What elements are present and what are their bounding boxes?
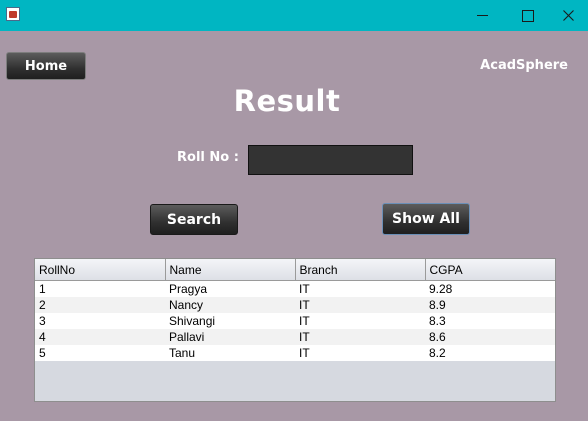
cell-name: Pallavi bbox=[165, 329, 295, 345]
table-row[interactable]: 4 Pallavi IT 8.6 bbox=[35, 329, 555, 345]
table-row[interactable]: 2 Nancy IT 8.9 bbox=[35, 297, 555, 313]
results-table[interactable]: RollNo Name Branch CGPA 1 Pragya IT 9.28… bbox=[34, 258, 556, 402]
brand-name: AcadSphere bbox=[480, 58, 568, 73]
cell-cgpa: 8.3 bbox=[425, 313, 555, 329]
cell-name: Shivangi bbox=[165, 313, 295, 329]
close-icon bbox=[562, 10, 574, 21]
cell-rollno: 2 bbox=[35, 297, 165, 313]
close-button[interactable] bbox=[545, 0, 588, 31]
page-title: Result bbox=[233, 84, 341, 118]
cell-branch: IT bbox=[295, 297, 425, 313]
maximize-icon bbox=[522, 9, 534, 22]
cell-name: Nancy bbox=[165, 297, 295, 313]
table-row[interactable]: 1 Pragya IT 9.28 bbox=[35, 280, 555, 297]
cell-cgpa: 8.2 bbox=[425, 345, 555, 361]
roll-no-label: Roll No : bbox=[177, 150, 239, 165]
java-app-icon bbox=[6, 7, 20, 21]
column-header-name[interactable]: Name bbox=[165, 259, 296, 281]
home-button[interactable]: Home bbox=[6, 52, 86, 80]
minimize-button[interactable] bbox=[459, 0, 505, 31]
cell-branch: IT bbox=[295, 313, 425, 329]
window-titlebar bbox=[0, 0, 588, 31]
cell-rollno: 3 bbox=[35, 313, 165, 329]
table-header-row: RollNo Name Branch CGPA bbox=[35, 259, 555, 281]
cell-cgpa: 8.9 bbox=[425, 297, 555, 313]
cell-branch: IT bbox=[295, 280, 425, 297]
cell-cgpa: 8.6 bbox=[425, 329, 555, 345]
cell-name: Pragya bbox=[165, 280, 295, 297]
table-row[interactable]: 5 Tanu IT 8.2 bbox=[35, 345, 555, 361]
column-header-branch[interactable]: Branch bbox=[295, 259, 426, 281]
cell-branch: IT bbox=[295, 329, 425, 345]
table-row[interactable]: 3 Shivangi IT 8.3 bbox=[35, 313, 555, 329]
cell-branch: IT bbox=[295, 345, 425, 361]
cell-rollno: 4 bbox=[35, 329, 165, 345]
search-button[interactable]: Search bbox=[150, 204, 238, 235]
show-all-button[interactable]: Show All bbox=[382, 203, 470, 235]
cell-cgpa: 9.28 bbox=[425, 280, 555, 297]
roll-no-input[interactable] bbox=[248, 145, 413, 175]
cell-rollno: 5 bbox=[35, 345, 165, 361]
column-header-rollno[interactable]: RollNo bbox=[35, 259, 166, 281]
cell-rollno: 1 bbox=[35, 280, 165, 297]
cell-name: Tanu bbox=[165, 345, 295, 361]
column-header-cgpa[interactable]: CGPA bbox=[425, 259, 555, 281]
minimize-icon bbox=[476, 15, 488, 16]
